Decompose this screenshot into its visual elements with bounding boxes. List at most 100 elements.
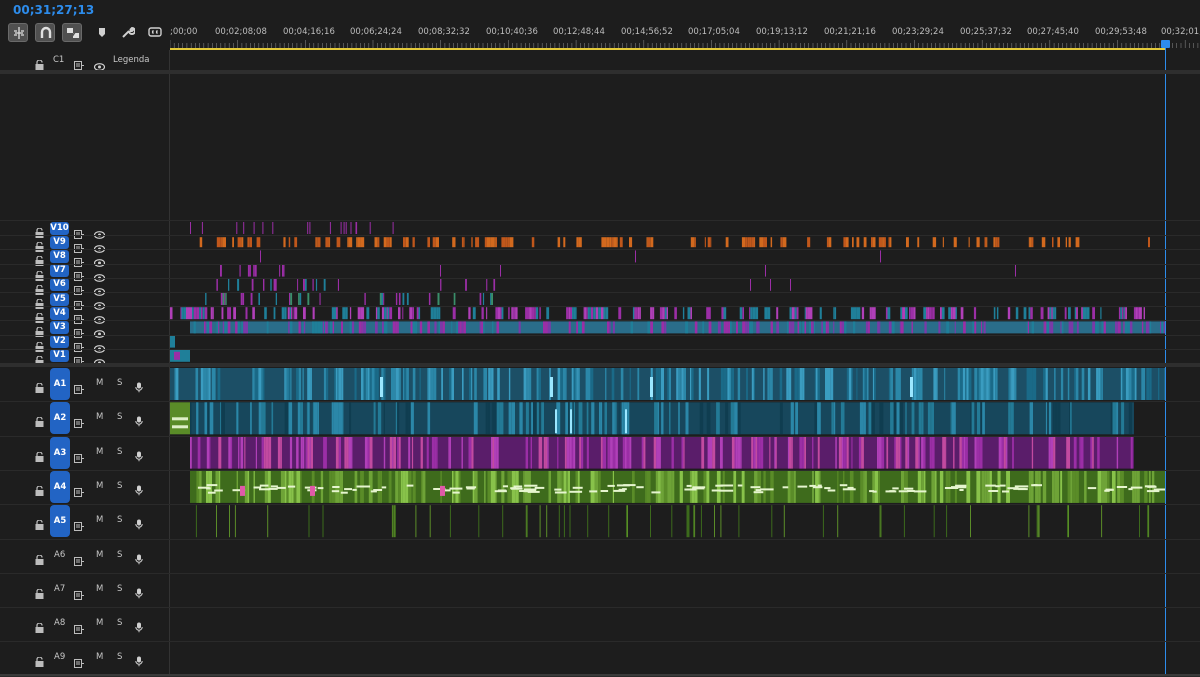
mute-button[interactable]: M — [96, 584, 103, 594]
track-target-v4[interactable]: V4 — [50, 306, 69, 320]
sync-lock-icon[interactable] — [74, 585, 84, 604]
mute-button[interactable]: M — [96, 481, 103, 491]
playhead-line[interactable] — [1165, 44, 1166, 677]
lock-icon[interactable] — [35, 652, 44, 671]
mute-button[interactable]: M — [96, 652, 103, 662]
track-target-a5[interactable]: A5 — [50, 505, 70, 538]
track-target-v5[interactable]: V5 — [50, 292, 69, 306]
audio-track-header-a3: A3 M S — [0, 436, 169, 470]
time-ruler[interactable]: ;00;00 00;02;08;08 00;04;16;16 00;06;24;24 0… — [170, 24, 1200, 50]
track-separator — [0, 504, 1200, 506]
captions-icon[interactable] — [145, 23, 165, 42]
sync-lock-icon[interactable] — [74, 516, 84, 535]
lock-icon[interactable] — [35, 550, 44, 569]
track-target-v9[interactable]: V9 — [50, 235, 69, 249]
microphone-icon[interactable] — [135, 481, 143, 500]
solo-button[interactable]: S — [117, 412, 122, 422]
mute-button[interactable]: M — [96, 378, 103, 388]
microphone-icon[interactable] — [135, 412, 143, 431]
sync-lock-icon[interactable] — [74, 653, 84, 672]
track-target-a1[interactable]: A1 — [50, 368, 70, 400]
track-target-v2[interactable]: V2 — [50, 335, 69, 349]
track-target-v1[interactable]: V1 — [50, 349, 69, 363]
track-target-v6[interactable]: V6 — [50, 278, 69, 292]
solo-button[interactable]: S — [117, 481, 122, 491]
caption-divider — [0, 70, 1200, 74]
microphone-icon[interactable] — [135, 447, 143, 466]
video-track-header-v9: V9 — [0, 235, 169, 254]
playhead-timecode[interactable]: 00;31;27;13 — [13, 3, 94, 17]
mute-button[interactable]: M — [96, 447, 103, 457]
lock-icon[interactable] — [35, 618, 44, 637]
lock-icon[interactable] — [35, 584, 44, 603]
track-target-v7[interactable]: V7 — [50, 264, 69, 278]
video-track-header-v7: V7 — [0, 264, 169, 282]
track-separator — [0, 334, 1200, 336]
video-track-header-v10: V10 — [0, 221, 169, 239]
track-separator — [0, 435, 1200, 437]
lock-icon[interactable] — [35, 515, 44, 534]
audio-track-header-a2: A2 M S — [0, 401, 169, 435]
sync-lock-icon[interactable] — [74, 379, 84, 398]
microphone-icon[interactable] — [135, 618, 143, 637]
microphone-icon[interactable] — [135, 584, 143, 603]
mute-button[interactable]: M — [96, 550, 103, 560]
solo-button[interactable]: S — [117, 550, 122, 560]
solo-button[interactable]: S — [117, 584, 122, 594]
track-target-v3[interactable]: V3 — [50, 320, 69, 334]
microphone-icon[interactable] — [135, 652, 143, 671]
linked-selection-icon[interactable] — [62, 23, 82, 42]
track-id: C1 — [53, 55, 65, 65]
track-target-a4[interactable]: A4 — [50, 470, 70, 503]
video-track-header-v6: V6 — [0, 278, 169, 296]
audio-track-header-a6: A6 M S — [0, 539, 169, 573]
track-target-v10[interactable]: V10 — [50, 221, 69, 235]
track-id-a9[interactable]: A9 — [54, 652, 65, 662]
video-track-header-v1: V1 — [0, 349, 169, 367]
insert-snap-icon[interactable] — [8, 23, 28, 42]
sync-lock-icon[interactable] — [74, 413, 84, 432]
ruler-label: 00;06;24;24 — [350, 27, 402, 37]
magnet-icon[interactable] — [35, 23, 55, 42]
track-target-v8[interactable]: V8 — [50, 249, 69, 263]
mute-button[interactable]: M — [96, 515, 103, 525]
microphone-icon[interactable] — [135, 515, 143, 534]
mute-button[interactable]: M — [96, 412, 103, 422]
solo-button[interactable]: S — [117, 652, 122, 662]
sync-lock-icon[interactable] — [74, 619, 84, 638]
audio-track-header-a1: A1 M S — [0, 367, 169, 401]
solo-button[interactable]: S — [117, 618, 122, 628]
lock-icon[interactable] — [35, 481, 44, 500]
ruler-label: ;00;00 — [170, 27, 198, 37]
microphone-icon[interactable] — [135, 378, 143, 397]
track-id-a8[interactable]: A8 — [54, 618, 65, 628]
track-separator — [0, 641, 1200, 643]
caption-track-header: C1 Legenda — [0, 50, 169, 71]
sync-lock-icon[interactable] — [74, 482, 84, 501]
ruler-label: 00;08;32;32 — [418, 27, 470, 37]
solo-button[interactable]: S — [117, 515, 122, 525]
track-id-a7[interactable]: A7 — [54, 584, 65, 594]
ruler-label: 00;27;45;40 — [1027, 27, 1079, 37]
audio-track-header-a8: A8 M S — [0, 607, 169, 641]
track-separator — [0, 538, 1200, 540]
track-id-a6[interactable]: A6 — [54, 550, 65, 560]
solo-button[interactable]: S — [117, 447, 122, 457]
track-target-a3[interactable]: A3 — [50, 436, 70, 469]
sync-lock-icon[interactable] — [74, 448, 84, 467]
sync-lock-icon[interactable] — [74, 551, 84, 570]
wrench-icon[interactable] — [118, 23, 138, 42]
lock-icon[interactable] — [35, 447, 44, 466]
microphone-icon[interactable] — [135, 550, 143, 569]
solo-button[interactable]: S — [117, 378, 122, 388]
lock-icon[interactable] — [35, 378, 44, 397]
marker-icon[interactable] — [92, 23, 112, 42]
audio-track-header-a4: A4 M S — [0, 470, 169, 504]
ruler-label: 00;21;21;16 — [824, 27, 876, 37]
lock-icon[interactable] — [35, 412, 44, 431]
playhead-handle[interactable] — [1161, 40, 1170, 48]
caption-track-name: Legenda — [113, 55, 150, 65]
track-target-a2[interactable]: A2 — [50, 402, 70, 435]
track-separator — [0, 348, 1200, 350]
mute-button[interactable]: M — [96, 618, 103, 628]
